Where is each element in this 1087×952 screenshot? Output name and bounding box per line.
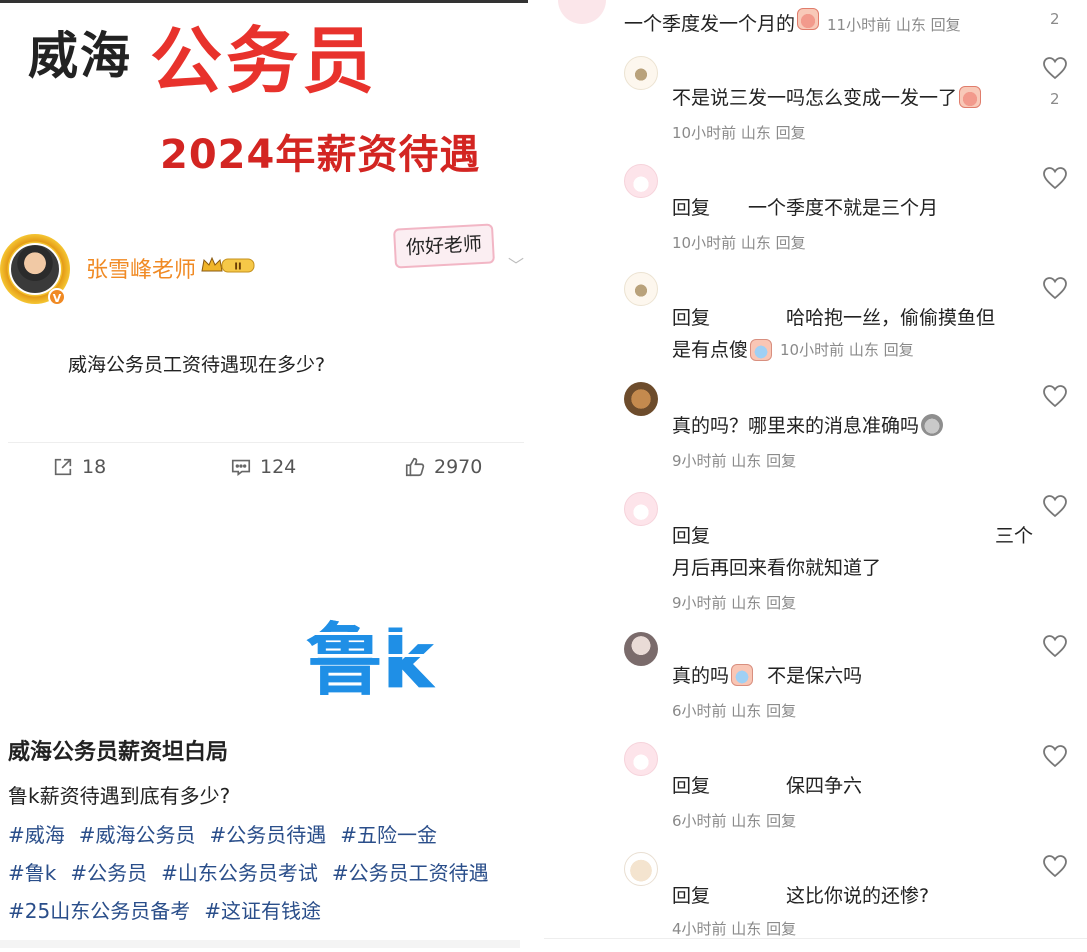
avatar[interactable] xyxy=(558,0,606,24)
crying-emoji-icon xyxy=(731,664,754,686)
hashtag[interactable]: #鲁k xyxy=(8,861,56,885)
post-panel: 威海 公务员 2024年薪资待遇 V 张雪峰老师 II 你好老师 ﹀ 威海公务员… xyxy=(0,0,528,952)
comments-panel: 一个季度发一个月的 11小时前 山东 回复 2 不是说三发一吗怎么变成一发一了 … xyxy=(544,0,1087,952)
comment-text: 真的吗？哪里来的消息准确吗 xyxy=(672,410,945,442)
heart-icon[interactable] xyxy=(1042,854,1068,878)
hero-city: 威海 xyxy=(28,27,132,85)
heart-icon[interactable] xyxy=(1042,744,1068,768)
hashtag[interactable]: #这证有钱途 xyxy=(204,899,321,923)
heart-icon[interactable] xyxy=(1042,166,1068,190)
crying-emoji-icon xyxy=(750,339,773,361)
heart-icon[interactable] xyxy=(1042,384,1068,408)
verified-badge: V xyxy=(48,288,66,306)
hashtag[interactable]: #公务员工资待遇 xyxy=(332,861,489,885)
like-count: 2970 xyxy=(434,456,483,478)
avatar[interactable] xyxy=(624,382,658,416)
heart-icon[interactable] xyxy=(1042,634,1068,658)
comment-body: 一个季度发一个月的 xyxy=(624,13,796,35)
comment-body-line: 是有点傻 xyxy=(672,339,749,361)
divider xyxy=(8,442,524,443)
like-button[interactable]: 2970 xyxy=(404,456,482,478)
hashtag[interactable]: #威海 xyxy=(8,823,65,847)
avatar[interactable] xyxy=(624,56,658,90)
comment-body: 不是保六吗 xyxy=(767,665,863,687)
comment-meta[interactable]: 6小时前 山东 回复 xyxy=(672,810,796,831)
comment-text: 真的吗 不是保六吗 xyxy=(672,660,862,692)
heart-icon[interactable] xyxy=(1042,56,1068,80)
angry-emoji-icon xyxy=(797,8,820,30)
comment-meta[interactable]: 10小时前 山东 回复 xyxy=(672,122,806,143)
share-icon xyxy=(54,458,72,476)
comment-body: 不是说三发一吗怎么变成一发一了 xyxy=(672,87,958,109)
avatar[interactable] xyxy=(624,632,658,666)
comment-body: 回复 保四争六 xyxy=(672,775,863,797)
comment-meta[interactable]: 9小时前 山东 回复 xyxy=(672,592,796,613)
comment-meta[interactable]: 9小时前 山东 回复 xyxy=(672,450,796,471)
hashtag[interactable]: #山东公务员考试 xyxy=(161,861,318,885)
comment-meta[interactable]: 10小时前 山东 回复 xyxy=(780,334,914,366)
comment-body: 真的吗 xyxy=(672,665,730,687)
avatar[interactable] xyxy=(624,272,658,306)
post-text: 威海公务员工资待遇现在多少? xyxy=(68,354,326,376)
comment-body: 回复 一个季度不就是三个月 xyxy=(672,197,939,219)
logo-stripe xyxy=(300,632,450,635)
avatar[interactable] xyxy=(624,492,658,526)
comment-text: 回复 这比你说的还惨? xyxy=(672,880,929,912)
crown-level-badge: II xyxy=(201,256,255,273)
hero-title: 公务员 xyxy=(150,19,379,103)
comment-body-line: 月后再回来看你就知道了 xyxy=(672,557,882,579)
author-avatar[interactable]: V xyxy=(0,234,72,306)
comment-text: 回复 一个季度不就是三个月 xyxy=(672,192,938,224)
comment-text: 回复 哈哈抱一丝，偷偷摸鱼但 是有点傻 10小时前 山东 回复 xyxy=(672,302,995,366)
divider xyxy=(544,938,1087,939)
comment-body-line: 回复 三个 xyxy=(672,525,1034,547)
comment-text: 回复 保四争六 xyxy=(672,770,862,802)
comment-text: 一个季度发一个月的 11小时前 山东 回复 xyxy=(624,8,961,36)
hero-subtitle: 2024年薪资待遇 xyxy=(160,132,481,178)
avatar[interactable] xyxy=(624,164,658,198)
svg-text:II: II xyxy=(234,262,241,273)
comment-body-line: 回复 哈哈抱一丝，偷偷摸鱼但 xyxy=(672,307,996,329)
article-body: 鲁k薪资待遇到底有多少? xyxy=(8,784,231,808)
comment-body: 真的吗？哪里来的消息准确吗 xyxy=(672,415,920,437)
comment-count: 124 xyxy=(260,456,297,478)
comment-meta[interactable]: 6小时前 山东 回复 xyxy=(672,700,796,721)
greeting-sticker: 你好老师 xyxy=(393,223,495,269)
hashtag[interactable]: #公务员 xyxy=(70,861,147,885)
avatar[interactable] xyxy=(624,742,658,776)
hashtag[interactable]: #五险一金 xyxy=(340,823,437,847)
share-count: 18 xyxy=(82,456,107,478)
author-name[interactable]: 张雪峰老师 xyxy=(86,252,196,284)
heart-icon[interactable] xyxy=(1042,494,1068,518)
like-count: 2 xyxy=(1050,90,1060,108)
comment-icon xyxy=(231,459,251,476)
comment-body: 回复 这比你说的还惨? xyxy=(672,885,930,907)
thumbs-up-icon xyxy=(405,457,425,477)
article-title: 威海公务员薪资坦白局 xyxy=(8,740,229,765)
like-count: 2 xyxy=(1050,10,1060,28)
logo-stripe xyxy=(300,654,450,657)
heart-icon[interactable] xyxy=(1042,276,1068,300)
panel-gap xyxy=(528,0,544,952)
hashtag[interactable]: #25山东公务员备考 xyxy=(8,899,190,923)
comment-text: 不是说三发一吗怎么变成一发一了 xyxy=(672,82,983,114)
avatar xyxy=(9,243,61,295)
hashtag-list: #威海 #威海公务员 #公务员待遇 #五险一金 #鲁k #公务员 #山东公务员考试 #公务员… xyxy=(8,816,518,930)
comment-meta[interactable]: 11小时前 山东 回复 xyxy=(827,14,961,35)
avatar[interactable] xyxy=(624,852,658,886)
comment-text: 回复 三个 月后再回来看你就知道了 xyxy=(672,520,1033,584)
comment-meta[interactable]: 10小时前 山东 回复 xyxy=(672,232,806,253)
poop-emoji-icon xyxy=(921,414,944,436)
comment-button[interactable]: 124 xyxy=(230,456,296,478)
comment-meta[interactable]: 4小时前 山东 回复 xyxy=(672,918,796,939)
bottom-bar xyxy=(0,940,520,948)
chevron-down-icon[interactable]: ﹀ xyxy=(508,252,524,276)
hashtag[interactable]: #公务员待遇 xyxy=(210,823,327,847)
hashtag[interactable]: #威海公务员 xyxy=(79,823,196,847)
angry-emoji-icon xyxy=(959,86,982,108)
share-button[interactable]: 18 xyxy=(52,456,106,478)
